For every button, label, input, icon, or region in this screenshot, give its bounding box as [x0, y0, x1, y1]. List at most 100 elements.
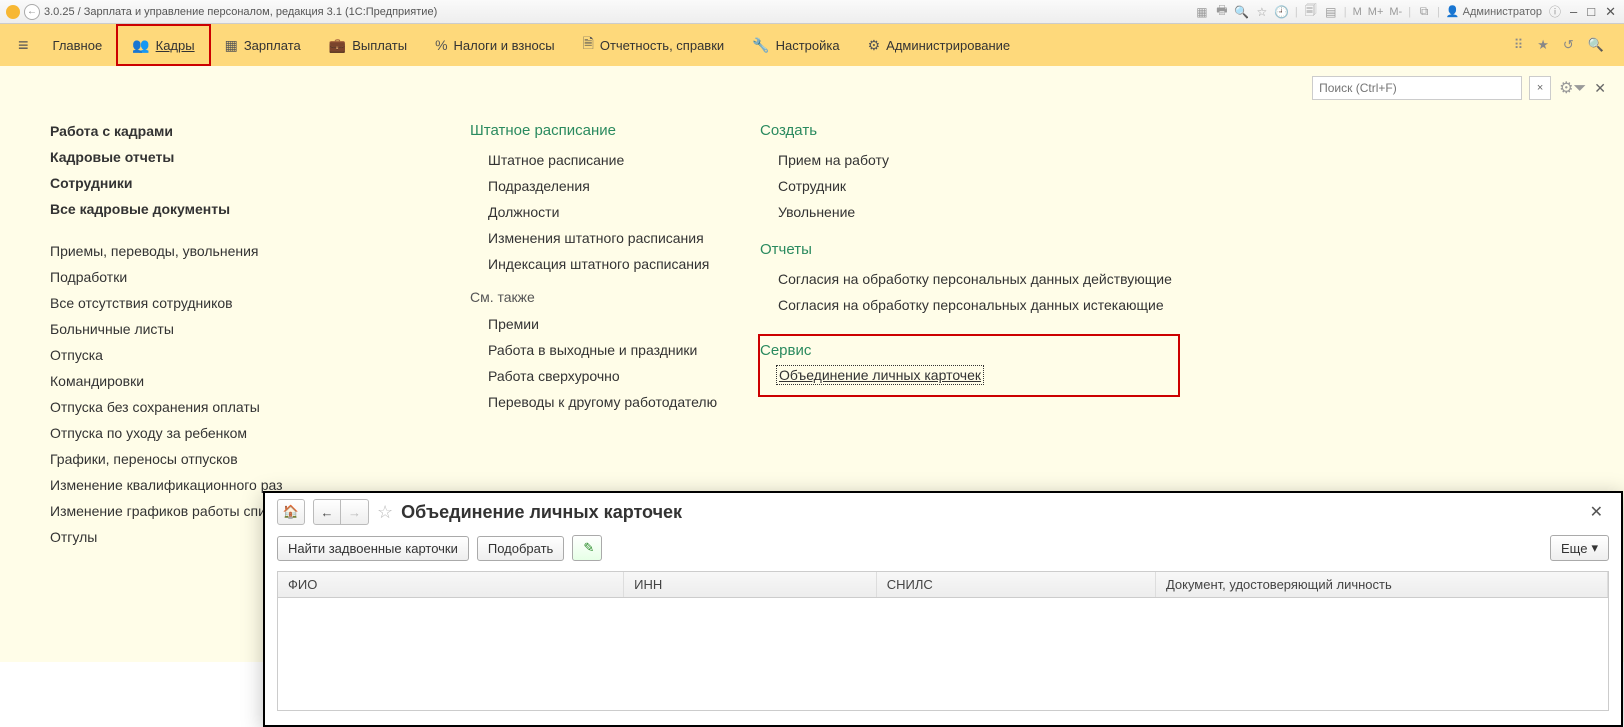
toolbar-icon-5[interactable]: 🕘: [1275, 5, 1289, 19]
link-rabota-s-kadrami[interactable]: Работа с кадрами: [50, 120, 440, 142]
col-snils[interactable]: СНИЛС: [876, 572, 1155, 598]
link-komandirovki[interactable]: Командировки: [50, 370, 440, 392]
modal-close-button[interactable]: ✕: [1584, 502, 1609, 522]
window-title: 3.0.25 / Зарплата и управление персонало…: [44, 6, 437, 18]
briefcase-icon: 💼: [329, 37, 346, 54]
link-vse-kadrovye-dokumenty[interactable]: Все кадровые документы: [50, 198, 440, 220]
app-icon: [6, 5, 20, 19]
user-icon: 👤: [1446, 5, 1460, 18]
col-sozdat: Создать Прием на работу Сотрудник Увольн…: [760, 120, 1180, 548]
minimize-button[interactable]: –: [1568, 4, 1579, 19]
nav-kadry[interactable]: 👥 Кадры: [116, 24, 210, 66]
user-badge[interactable]: 👤 Администратор: [1446, 5, 1542, 18]
col-rabota-s-kadrami: Работа с кадрами Кадровые отчеты Сотрудн…: [50, 120, 440, 548]
toolbar-icon-3[interactable]: 🔍: [1235, 5, 1249, 19]
panel-close-icon[interactable]: ✕: [1594, 80, 1606, 97]
titlebar: ← 3.0.25 / Зарплата и управление персона…: [0, 0, 1624, 24]
gear-icon: ⚙: [868, 37, 881, 54]
search-nav-icon[interactable]: 🔍: [1588, 37, 1604, 53]
mplus-indicator[interactable]: M+: [1368, 6, 1384, 18]
home-button[interactable]: 🏠: [277, 499, 305, 525]
nav-zarplata[interactable]: ▦ Зарплата: [211, 24, 315, 66]
nav-nalogi[interactable]: % Налоги и взносы: [421, 24, 569, 66]
link-otpuska-bez-sokhraneniya[interactable]: Отпуска без сохранения оплаты: [50, 396, 440, 418]
close-button[interactable]: ✕: [1603, 4, 1618, 20]
nav-main[interactable]: Главное: [39, 24, 117, 66]
link-indeksatsiya[interactable]: Индексация штатного расписания: [470, 253, 730, 275]
section-sozdat-title: Создать: [760, 122, 1180, 139]
modal-title: Объединение личных карточек: [401, 502, 1575, 523]
col-fio[interactable]: ФИО: [278, 572, 624, 598]
nav-nastroyka[interactable]: 🔧 Настройка: [738, 24, 853, 66]
link-vse-otsutstviya[interactable]: Все отсутствия сотрудников: [50, 292, 440, 314]
main-navbar: ≡ Главное 👥 Кадры ▦ Зарплата 💼 Выплаты %…: [0, 24, 1624, 66]
mminus-indicator[interactable]: M-: [1389, 6, 1402, 18]
apps-icon[interactable]: ⠿: [1514, 37, 1524, 53]
edit-button[interactable]: ✎: [572, 535, 602, 561]
section-shtatnoe-title: Штатное расписание: [470, 122, 730, 139]
col-shtatnoe: Штатное расписание Штатное расписание По…: [470, 120, 730, 548]
menu-icon[interactable]: ≡: [8, 35, 39, 56]
nav-otchetnost[interactable]: 🗎 Отчетность, справки: [569, 24, 739, 66]
toolbar-icon-2[interactable]: 🖶: [1215, 5, 1229, 19]
percent-icon: %: [435, 37, 447, 53]
link-uvolnenie[interactable]: Увольнение: [760, 201, 1180, 223]
link-sotrudnik[interactable]: Сотрудник: [760, 175, 1180, 197]
people-icon: 👥: [132, 37, 149, 54]
windows-icon[interactable]: ⧉: [1417, 5, 1431, 19]
link-izmeneniya-shtatnogo[interactable]: Изменения штатного расписания: [470, 227, 730, 249]
grid-icon: ▦: [225, 37, 238, 54]
link-podrazdeleniya[interactable]: Подразделения: [470, 175, 730, 197]
link-sotrudniki[interactable]: Сотрудники: [50, 172, 440, 194]
section-see-also-title: См. также: [470, 289, 730, 305]
toolbar-icon-7[interactable]: ▤: [1324, 5, 1338, 19]
link-priem-na-rabotu[interactable]: Прием на работу: [760, 149, 1180, 171]
pick-button[interactable]: Подобрать: [477, 536, 564, 561]
link-obedinenie-kartochek[interactable]: Объединение личных карточек: [776, 365, 984, 385]
link-rabota-vykhodnye[interactable]: Работа в выходные и праздники: [470, 339, 730, 361]
chevron-down-icon: ▾: [1591, 540, 1598, 556]
history-icon[interactable]: ↺: [1563, 37, 1574, 53]
favorite-icon[interactable]: ☆: [377, 502, 393, 523]
link-otpuska[interactable]: Отпуска: [50, 344, 440, 366]
cards-table[interactable]: ФИО ИНН СНИЛС Документ, удостоверяющий л…: [277, 571, 1609, 711]
search-input[interactable]: [1312, 76, 1522, 100]
service-highlight-box: Сервис Объединение личных карточек: [758, 334, 1180, 397]
link-rabota-sverkhurochno[interactable]: Работа сверхурочно: [470, 365, 730, 387]
link-soglasiya-deistvuyushchie[interactable]: Согласия на обработку персональных данны…: [760, 268, 1180, 290]
nav-admin[interactable]: ⚙ Администрирование: [854, 24, 1025, 66]
col-inn[interactable]: ИНН: [624, 572, 877, 598]
user-name: Администратор: [1463, 6, 1542, 18]
find-duplicates-button[interactable]: Найти задвоенные карточки: [277, 536, 469, 561]
forward-button[interactable]: →: [341, 499, 369, 525]
link-bolnichnye[interactable]: Больничные листы: [50, 318, 440, 340]
maximize-button[interactable]: □: [1585, 4, 1597, 19]
link-priemy[interactable]: Приемы, переводы, увольнения: [50, 240, 440, 262]
document-icon: 🗎: [583, 33, 594, 57]
info-icon[interactable]: ⓘ: [1548, 5, 1562, 19]
link-shtatnoe-raspisanie[interactable]: Штатное расписание: [470, 149, 730, 171]
link-kadrovye-otchety[interactable]: Кадровые отчеты: [50, 146, 440, 168]
m-indicator[interactable]: M: [1353, 6, 1362, 18]
search-clear-button[interactable]: ×: [1529, 76, 1551, 100]
link-premii[interactable]: Премии: [470, 313, 730, 335]
back-circle-icon[interactable]: ←: [24, 4, 40, 20]
col-dokument[interactable]: Документ, удостоверяющий личность: [1155, 572, 1607, 598]
link-dolzhnosti[interactable]: Должности: [470, 201, 730, 223]
wrench-icon: 🔧: [752, 37, 769, 54]
link-otpuska-po-ukhodu[interactable]: Отпуска по уходу за ребенком: [50, 422, 440, 444]
toolbar-icon-6[interactable]: 🗐: [1304, 5, 1318, 19]
link-podrabotki[interactable]: Подработки: [50, 266, 440, 288]
star-icon[interactable]: ★: [1537, 37, 1549, 53]
settings-icon[interactable]: ⚙⏷: [1559, 78, 1586, 98]
nav-vyplaty[interactable]: 💼 Выплаты: [315, 24, 421, 66]
more-button[interactable]: Еще ▾: [1550, 535, 1609, 561]
toolbar-icon-1[interactable]: ▦: [1195, 5, 1209, 19]
section-servis-title: Сервис: [760, 342, 1168, 359]
back-button[interactable]: ←: [313, 499, 341, 525]
section-otchety-title: Отчеты: [760, 241, 1180, 258]
link-grafiki-perenosy[interactable]: Графики, переносы отпусков: [50, 448, 440, 470]
toolbar-icon-4[interactable]: ☆: [1255, 5, 1269, 19]
link-perevody[interactable]: Переводы к другому работодателю: [470, 391, 730, 413]
link-soglasiya-istekayushchie[interactable]: Согласия на обработку персональных данны…: [760, 294, 1180, 316]
